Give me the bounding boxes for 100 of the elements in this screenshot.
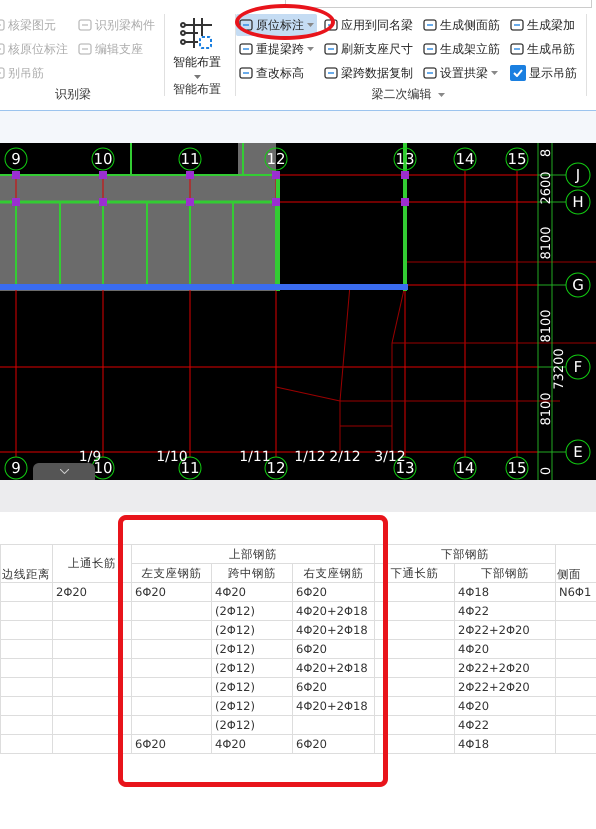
dimension-label: 0 bbox=[539, 466, 554, 476]
tool-icon bbox=[423, 42, 437, 56]
tool-button[interactable]: 原位标注 bbox=[236, 14, 317, 36]
table-cell: (2Φ12) bbox=[212, 658, 292, 678]
table-cell bbox=[0, 640, 52, 658]
tool-button[interactable]: 生成侧面筋 bbox=[420, 14, 503, 36]
table-cell: (2Φ12) bbox=[212, 696, 292, 716]
tool-button[interactable]: 应用到同名梁 bbox=[321, 14, 416, 36]
column-header: 跨中钢筋 bbox=[212, 564, 292, 582]
table-cell: 6Φ20 bbox=[292, 678, 375, 696]
table-cell bbox=[0, 658, 52, 678]
table-cell bbox=[0, 678, 52, 696]
axis-label: H bbox=[572, 193, 584, 211]
show-checkbox[interactable]: 显示吊筋 bbox=[507, 62, 580, 84]
axis-label: 12 bbox=[266, 150, 286, 168]
tool-icon bbox=[324, 42, 338, 56]
chevron-down-icon bbox=[60, 469, 68, 474]
axis-label: J bbox=[576, 166, 580, 184]
tool-icon bbox=[324, 66, 338, 80]
table-cell: (2Φ12) bbox=[212, 602, 292, 620]
checkbox-label: 显示吊筋 bbox=[529, 64, 577, 82]
dimension-label: 8100 bbox=[539, 309, 554, 343]
grid-nodes-icon bbox=[180, 16, 214, 50]
tool-icon bbox=[78, 42, 92, 56]
group-header: 下部钢筋 bbox=[374, 544, 556, 564]
column-header: 右支座钢筋 bbox=[292, 564, 375, 582]
axis-label: 2/12 bbox=[329, 449, 361, 465]
axis-label: 14 bbox=[455, 150, 475, 168]
tool-button[interactable]: 梁跨数据复制 bbox=[321, 62, 416, 84]
axis-label: 1/12 bbox=[294, 449, 326, 465]
table-cell: 6Φ20 bbox=[292, 582, 375, 602]
tool-button[interactable]: 重提梁跨 bbox=[236, 38, 317, 60]
table-cell bbox=[0, 602, 52, 620]
column-header: 下通长筋 bbox=[374, 564, 455, 582]
column-header: 侧面 bbox=[556, 544, 596, 582]
tool-icon bbox=[510, 42, 524, 56]
tool-button[interactable]: 刷新支座尺寸 bbox=[321, 38, 416, 60]
tool-icon bbox=[324, 18, 338, 32]
table-cell bbox=[0, 716, 52, 734]
table-cell: 4Φ22 bbox=[454, 716, 556, 734]
axis-label: 9 bbox=[11, 459, 21, 477]
dimension-label: 8100 bbox=[539, 226, 554, 260]
table-cell bbox=[0, 734, 52, 754]
table-cell: 6Φ20 bbox=[132, 582, 212, 602]
column-header: 边线距离 bbox=[0, 544, 52, 582]
tool-icon bbox=[78, 18, 92, 32]
table-cell bbox=[0, 620, 52, 640]
table-cell: 4Φ20 bbox=[454, 696, 556, 716]
axis-label: F bbox=[574, 358, 582, 376]
table-cell: 2Φ20 bbox=[52, 582, 132, 602]
tool-button[interactable]: 查改标高 bbox=[236, 62, 317, 84]
tool-icon bbox=[423, 18, 437, 32]
tool-button[interactable]: 生成架立筋 bbox=[420, 38, 503, 60]
axis-label: 11 bbox=[180, 150, 200, 168]
tool-icon bbox=[239, 18, 253, 32]
group-label: 梁二次编辑 bbox=[372, 86, 432, 103]
table-cell bbox=[0, 582, 52, 602]
table-cell: 4Φ20 bbox=[454, 640, 556, 658]
tool-button[interactable]: 生成梁加 bbox=[507, 14, 580, 36]
table-cell bbox=[0, 696, 52, 716]
tool-icon bbox=[239, 66, 253, 80]
table-cell: 4Φ20 bbox=[212, 734, 292, 754]
axis-label: 15 bbox=[507, 459, 527, 477]
table-cell: 4Φ20 bbox=[212, 582, 292, 602]
column-header: 上通长筋 bbox=[52, 544, 132, 582]
axis-label: 14 bbox=[455, 459, 475, 477]
table-cell: 4Φ20+2Φ18 bbox=[292, 696, 375, 716]
tool-icon bbox=[239, 42, 253, 56]
table-cell: 4Φ20+2Φ18 bbox=[292, 602, 375, 620]
table-cell: (2Φ12) bbox=[212, 678, 292, 696]
axis-label: E bbox=[573, 443, 583, 461]
tool-button[interactable]: 生成吊筋 bbox=[507, 38, 580, 60]
dimension-label: 73200 bbox=[552, 348, 567, 390]
table-cell: 2Φ22+2Φ20 bbox=[454, 620, 556, 640]
group-label: 识别梁 bbox=[55, 86, 91, 103]
tool-icon bbox=[510, 18, 524, 32]
group-label: 智能布置 bbox=[173, 81, 221, 98]
table-cell: 2Φ22+2Φ20 bbox=[454, 678, 556, 696]
large-tool-button[interactable]: 智能布置 bbox=[165, 14, 229, 81]
table-cell: 6Φ20 bbox=[292, 734, 375, 754]
table-cell: 4Φ22 bbox=[454, 602, 556, 620]
group-header: 上部钢筋 bbox=[132, 544, 375, 564]
dimension-label: 8100 bbox=[539, 392, 554, 426]
table-cell: (2Φ12) bbox=[212, 620, 292, 640]
axis-label: 9 bbox=[11, 150, 21, 168]
table-cell: 6Φ20 bbox=[132, 734, 212, 754]
table-cell: (2Φ12) bbox=[212, 716, 292, 734]
check-icon bbox=[513, 69, 523, 77]
table-cell: 2Φ22+2Φ20 bbox=[454, 658, 556, 678]
checkbox[interactable] bbox=[510, 65, 526, 81]
table-cell: 6Φ20 bbox=[292, 640, 375, 658]
table-cell: 4Φ18 bbox=[454, 582, 556, 602]
table-cell: 4Φ20+2Φ18 bbox=[292, 620, 375, 640]
axis-label: 15 bbox=[507, 150, 527, 168]
dimension-label: 8 bbox=[539, 148, 554, 158]
axis-label: G bbox=[572, 276, 584, 294]
tool-icon bbox=[423, 66, 437, 80]
tool-button[interactable]: 设置拱梁 bbox=[420, 62, 503, 84]
axis-label: 10 bbox=[93, 150, 113, 168]
column-header: 左支座钢筋 bbox=[132, 564, 212, 582]
